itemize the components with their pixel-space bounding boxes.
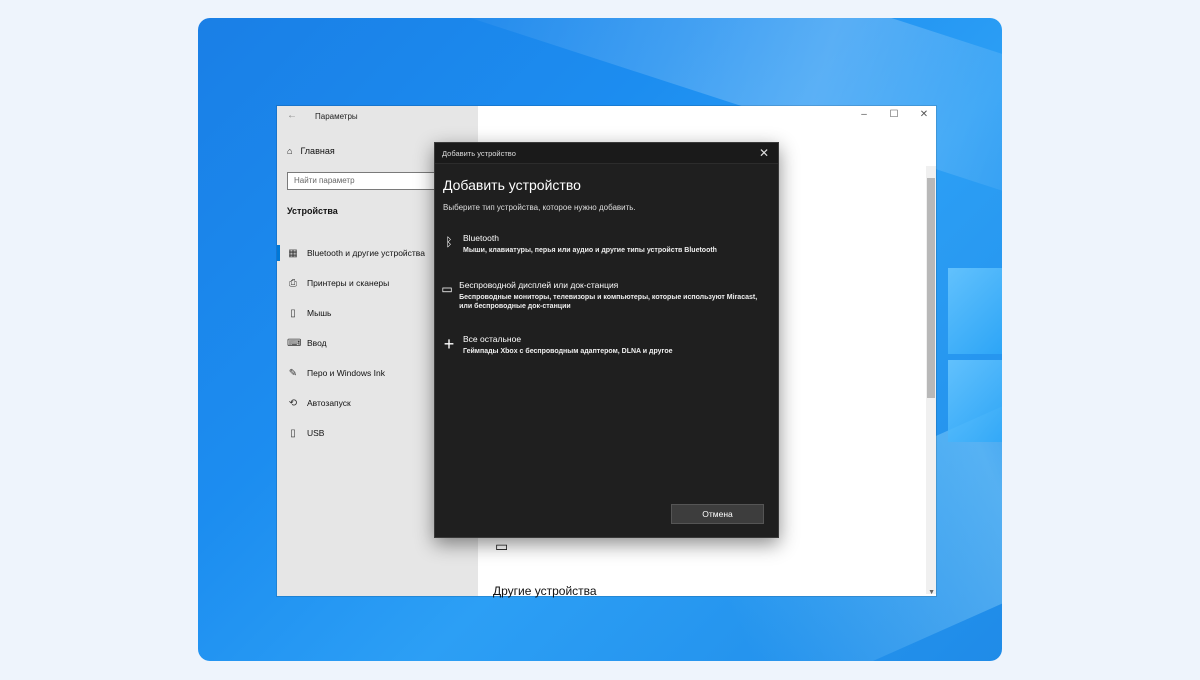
sidebar-item-label: Принтеры и сканеры [307, 278, 390, 288]
sidebar-item-label: Перо и Windows Ink [307, 368, 385, 378]
option-description: Мыши, клавиатуры, перья или аудио и друг… [463, 247, 717, 254]
usb-icon: ▯ [290, 427, 296, 439]
devices-icon: ▦ [288, 247, 298, 259]
plus-icon: + [443, 334, 455, 354]
option-description: Геймпады Xbox с беспроводным адаптером, … [463, 348, 673, 355]
dialog-subtitle: Выберите тип устройства, которое нужно д… [443, 203, 636, 212]
dialog-titlebar: Добавить устройство ✕ [435, 143, 778, 164]
search-input[interactable]: Найти параметр [287, 172, 435, 190]
mouse-icon: ▯ [290, 307, 296, 319]
other-devices-heading: Другие устройства [493, 584, 597, 598]
minimize-icon[interactable]: – [858, 109, 870, 120]
window-title: Параметры [315, 112, 358, 121]
keyboard-icon: ⌨ [287, 337, 302, 349]
close-icon[interactable]: ✕ [759, 146, 769, 160]
add-device-dialog: Добавить устройство ✕ Добавить устройств… [434, 142, 779, 538]
maximize-icon[interactable]: ☐ [888, 109, 900, 120]
option-everything-else[interactable]: + Все остальное Геймпады Xbox с беспрово… [441, 334, 771, 356]
dialog-title: Добавить устройство [442, 149, 516, 158]
sidebar-item-label: Автозапуск [307, 398, 351, 408]
scroll-down-icon[interactable]: ▼ [928, 589, 935, 596]
sidebar-item-label: USB [307, 428, 325, 438]
pen-icon: ✎ [288, 367, 298, 379]
printer-icon: ⎙ [289, 277, 297, 289]
windows-logo-pane [948, 268, 1002, 354]
option-title: Все остальное [463, 334, 522, 344]
option-wireless-display[interactable]: ▭ Беспроводной дисплей или док-станция Б… [441, 280, 771, 312]
nav-home[interactable]: ⌂ Главная [287, 146, 335, 156]
monitor-icon: ▭ [495, 538, 509, 554]
option-title: Беспроводной дисплей или док-станция [459, 280, 619, 290]
monitor-icon: ▭ [441, 282, 453, 296]
bluetooth-icon: ᛒ [445, 235, 453, 249]
close-icon[interactable]: ✕ [918, 109, 930, 120]
option-description: Беспроводные мониторы, телевизоры и комп… [459, 294, 758, 311]
option-title: Bluetooth [463, 233, 499, 243]
dialog-heading: Добавить устройство [443, 177, 581, 193]
home-icon: ⌂ [287, 146, 293, 156]
sidebar-item-label: Ввод [307, 338, 327, 348]
cancel-button[interactable]: Отмена [671, 504, 764, 524]
scrollbar-thumb[interactable] [927, 178, 935, 398]
window-controls: – ☐ ✕ [858, 109, 930, 120]
section-title: Устройства [287, 206, 338, 216]
nav-home-label: Главная [300, 146, 335, 156]
back-arrow-icon[interactable]: ← [287, 110, 297, 121]
sidebar-item-label: Bluetooth и другие устройства [307, 248, 425, 258]
option-bluetooth[interactable]: ᛒ Bluetooth Мыши, клавиатуры, перья или … [441, 233, 771, 255]
autoplay-icon: ⟲ [288, 397, 298, 409]
sidebar-item-label: Мышь [307, 308, 332, 318]
windows-logo-pane [948, 360, 1002, 442]
